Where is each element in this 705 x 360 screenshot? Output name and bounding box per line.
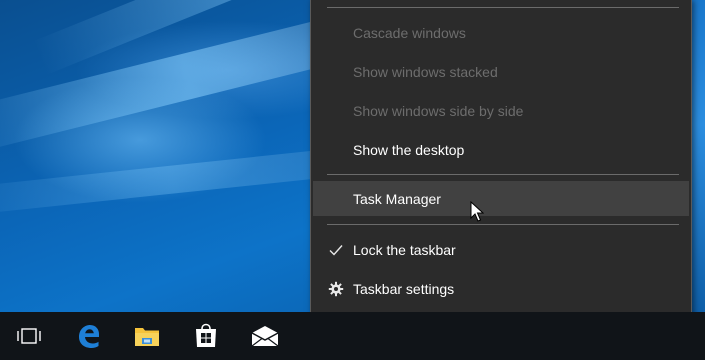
edge-browser-button[interactable]	[59, 312, 117, 360]
menu-item-lock-the-taskbar[interactable]: Lock the taskbar	[313, 232, 689, 268]
taskbar	[0, 312, 705, 360]
menu-item-label: Show windows stacked	[353, 64, 498, 80]
menu-item-cascade-windows[interactable]: Cascade windows	[313, 15, 689, 51]
menu-item-label: Show the desktop	[353, 142, 465, 158]
menu-item-label: Taskbar settings	[353, 281, 455, 297]
menu-separator	[327, 224, 679, 225]
mouse-pointer-icon	[470, 201, 484, 222]
store-icon	[196, 323, 216, 347]
menu-item-label: Task Manager	[353, 190, 441, 207]
task-view-icon	[17, 328, 41, 344]
menu-item-task-manager[interactable]: Task Manager	[313, 181, 689, 216]
menu-item-show-the-desktop[interactable]: Show the desktop	[313, 132, 689, 168]
menu-separator	[327, 174, 679, 175]
menu-item-label: Show windows side by side	[353, 103, 524, 119]
task-view-button[interactable]	[0, 312, 58, 360]
menu-item-show-windows-stacked[interactable]: Show windows stacked	[313, 54, 689, 90]
edge-icon	[79, 325, 99, 348]
mail-icon	[251, 326, 279, 347]
menu-item-taskbar-settings[interactable]: Taskbar settings	[313, 271, 689, 307]
mail-button[interactable]	[236, 312, 294, 360]
gear-icon	[327, 280, 345, 298]
file-explorer-button[interactable]	[118, 312, 176, 360]
taskbar-context-menu: Cascade windows Show windows stacked Sho…	[310, 0, 692, 318]
store-button[interactable]	[177, 312, 235, 360]
menu-separator	[327, 7, 679, 8]
checkmark-icon	[327, 241, 345, 259]
file-explorer-icon	[135, 328, 159, 346]
desktop-wallpaper-edge	[691, 0, 705, 312]
menu-item-show-windows-side-by-side[interactable]: Show windows side by side	[313, 93, 689, 129]
menu-item-label: Lock the taskbar	[353, 242, 456, 258]
menu-item-label: Cascade windows	[353, 25, 466, 41]
